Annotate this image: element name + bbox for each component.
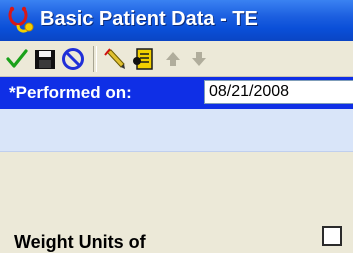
weight-units-label: Weight Units of xyxy=(14,232,146,252)
toolbar xyxy=(0,41,353,77)
content-area xyxy=(0,152,353,242)
arrow-down-icon[interactable] xyxy=(186,46,212,72)
pencil-edit-icon[interactable] xyxy=(102,46,128,72)
info-strip xyxy=(0,109,353,152)
notes-icon[interactable] xyxy=(130,46,156,72)
app-stethoscope-icon xyxy=(6,5,36,35)
window-title: Basic Patient Data - TE xyxy=(40,8,258,30)
units-checkbox[interactable] xyxy=(322,226,342,246)
save-disk-icon[interactable] xyxy=(32,46,58,72)
performed-date-input[interactable] xyxy=(204,80,353,104)
cancel-icon[interactable] xyxy=(60,46,86,72)
performed-on-label: *Performed on: xyxy=(9,83,132,102)
performed-on-row: *Performed on: xyxy=(0,77,353,109)
title-bar[interactable]: Basic Patient Data - TE xyxy=(0,0,353,41)
arrow-up-icon[interactable] xyxy=(160,46,186,72)
sign-check-icon[interactable] xyxy=(4,46,30,72)
toolbar-separator xyxy=(93,46,97,72)
